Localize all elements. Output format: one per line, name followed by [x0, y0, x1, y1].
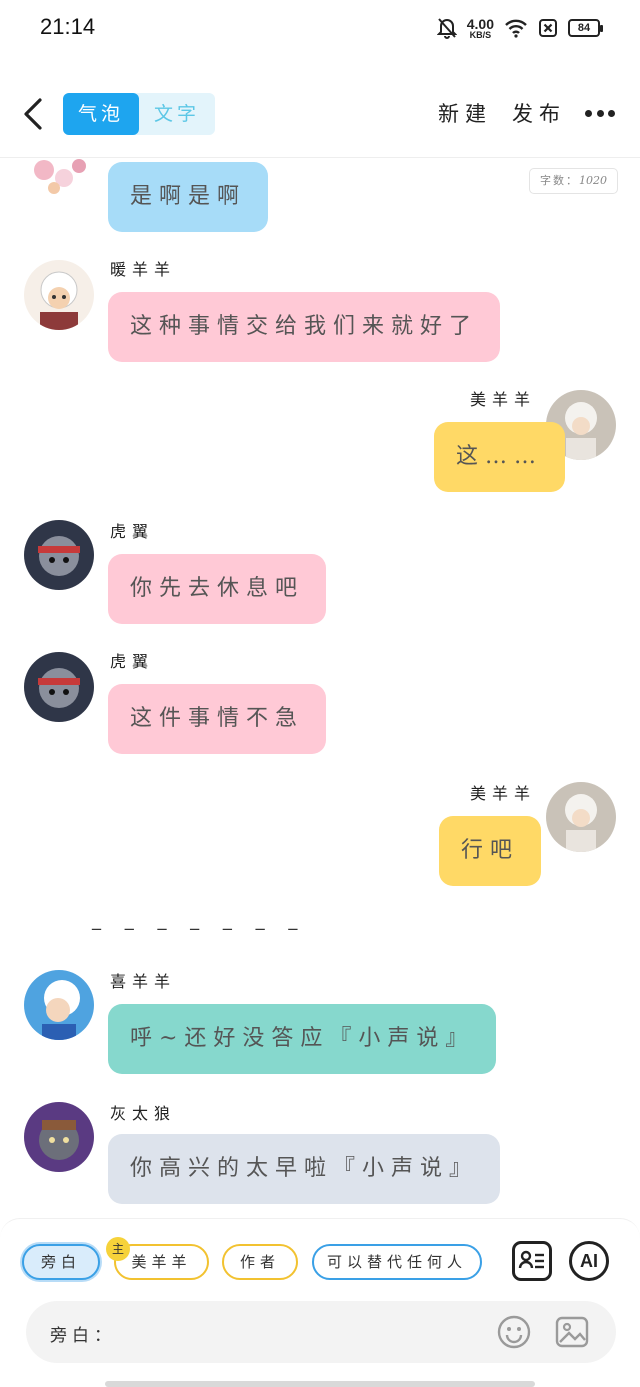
tab-bubble[interactable]: 气泡 — [63, 93, 139, 135]
battery-icon: 84 — [568, 19, 603, 37]
sender-name: 灰太狼 — [110, 1104, 177, 1123]
role-anyone[interactable]: 可以替代任何人 — [312, 1244, 482, 1280]
back-arrow-icon[interactable] — [20, 94, 50, 134]
message-input[interactable]: 旁白： — [26, 1301, 616, 1363]
message-bubble[interactable]: 行吧 — [439, 816, 542, 886]
ai-label: AI — [580, 1251, 598, 1271]
composer-panel: 旁白 美羊羊 主 作者 可以替代任何人 AI 旁白： — [0, 1218, 640, 1387]
message-bubble[interactable]: 这件事情不急 — [108, 684, 327, 754]
tab-text[interactable]: 文字 — [139, 93, 215, 135]
sender-name: 美羊羊 — [470, 390, 537, 409]
sim-off-icon — [539, 19, 557, 37]
role-narrator[interactable]: 旁白 — [22, 1244, 100, 1280]
sender-name: 虎翼 — [110, 652, 155, 671]
avatar[interactable] — [24, 652, 94, 722]
bell-off-icon — [436, 18, 457, 39]
message-bubble[interactable]: 你高兴的太早啦『小声说』 — [108, 1134, 501, 1204]
scene-divider: _ _ _ _ _ _ _ — [92, 910, 307, 931]
avatar[interactable] — [24, 260, 94, 330]
message-bubble[interactable]: 这种事情交给我们来就好了 — [108, 292, 501, 362]
sender-name: 暖羊羊 — [110, 260, 177, 279]
net-speed: 4.00 KB/S — [466, 15, 494, 40]
status-time: 21:14 — [40, 14, 96, 39]
sender-name: 喜羊羊 — [110, 972, 177, 991]
message-bubble[interactable]: 这…… — [434, 422, 566, 492]
emoji-icon[interactable] — [496, 1314, 532, 1350]
avatar[interactable] — [24, 1102, 94, 1172]
more-icon[interactable] — [585, 110, 615, 118]
avatar[interactable] — [546, 782, 616, 852]
publish-button[interactable]: 发布 — [512, 98, 566, 128]
ai-button[interactable]: AI — [569, 1241, 609, 1281]
avatar[interactable] — [24, 970, 94, 1040]
wifi-icon — [505, 19, 527, 38]
message-bubble[interactable]: 呼~还好没答应『小声说』 — [108, 1004, 497, 1074]
top-bar: 气泡 文字 新建 发布 — [0, 86, 640, 156]
new-button[interactable]: 新建 — [438, 98, 492, 128]
sender-name: 虎翼 — [110, 522, 155, 541]
mode-switch: 气泡 文字 — [63, 93, 215, 135]
main-role-badge: 主 — [106, 1237, 130, 1261]
message-bubble[interactable]: 是啊是啊 — [108, 162, 269, 232]
chat-area[interactable]: 字数：1020 是啊是啊 暖羊羊 这种事情交给我们来就好了 美羊羊 这…… 虎翼… — [0, 158, 640, 1218]
word-count-badge: 字数：1020 — [529, 168, 618, 194]
avatar[interactable] — [24, 158, 94, 200]
sender-name: 美羊羊 — [470, 784, 537, 803]
message-bubble[interactable]: 你先去休息吧 — [108, 554, 327, 624]
status-icons: 4.00 KB/S 84 — [436, 14, 603, 42]
status-bar: 21:14 4.00 KB/S 84 — [0, 0, 640, 56]
home-indicator — [105, 1381, 535, 1387]
contact-card-icon[interactable] — [512, 1241, 552, 1281]
avatar[interactable] — [24, 520, 94, 590]
input-role-label: 旁白： — [50, 1326, 116, 1346]
image-icon[interactable] — [554, 1314, 590, 1350]
role-author[interactable]: 作者 — [222, 1244, 298, 1280]
